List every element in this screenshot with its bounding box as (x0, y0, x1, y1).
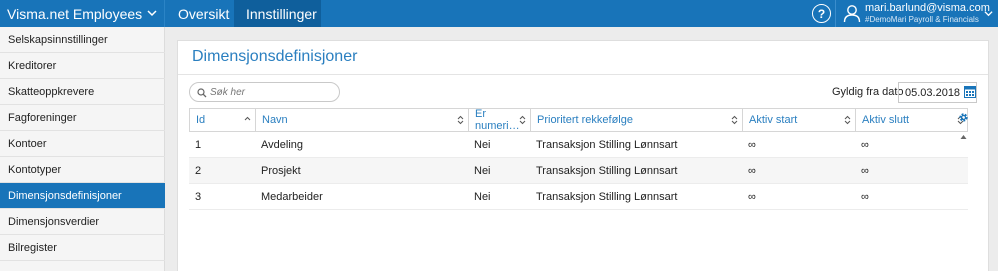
cell-aktiv-slutt: ∞ (861, 191, 869, 203)
chevron-down-icon[interactable] (984, 9, 993, 18)
cell-er-numerisk: Nei (474, 191, 491, 203)
column-label: Navn (262, 114, 288, 126)
sort-icon (519, 115, 526, 125)
sidebar-item-selskapsinnstillinger[interactable]: Selskapsinnstillinger (0, 27, 165, 53)
cell-prioritert-rekkefolge: Transaksjon Stilling Lønnsart (536, 139, 678, 151)
user-icon[interactable] (843, 4, 861, 23)
search-input[interactable]: Søk her (189, 82, 340, 102)
sort-ascending-icon (244, 116, 251, 121)
column-header-er-numerisk[interactable]: Er numeri… (469, 108, 531, 132)
cell-navn: Prosjekt (261, 165, 301, 177)
cell-navn: Medarbeider (261, 191, 323, 203)
column-header-id[interactable]: Id (190, 109, 256, 131)
column-label: Id (196, 114, 206, 126)
app-name: Visma.net Employees (7, 5, 143, 22)
sidebar-item-dimensjonsdefinisjoner[interactable]: Dimensjonsdefinisjoner (0, 183, 165, 209)
valid-from-label: Gyldig fra dato (832, 86, 904, 98)
gear-icon[interactable] (958, 112, 969, 123)
column-label: Prioritert rekkefølge (537, 114, 633, 126)
sort-icon (731, 115, 738, 125)
sidebar-item-fagforeninger[interactable]: Fagforeninger (0, 105, 165, 131)
sidebar: Selskapsinnstillinger Kreditorer Skatteo… (0, 27, 165, 271)
scroll-up-arrow-icon[interactable] (960, 134, 967, 140)
main-panel: Dimensjonsdefinisjoner Søk her Gyldig fr… (177, 40, 989, 271)
cell-aktiv-start: ∞ (748, 139, 756, 151)
sidebar-item-kontotyper[interactable]: Kontotyper (0, 157, 165, 183)
sidebar-item-kreditorer[interactable]: Kreditorer (0, 53, 165, 79)
table-header: Id Navn Er numeri… Prioritert rekkefølge… (189, 108, 968, 132)
cell-prioritert-rekkefolge: Transaksjon Stilling Lønnsart (536, 191, 678, 203)
divider (178, 74, 988, 75)
cell-id: 1 (195, 139, 202, 151)
cell-aktiv-start: ∞ (748, 191, 756, 203)
column-header-aktiv-start[interactable]: Aktiv start (743, 109, 856, 131)
divider (835, 0, 836, 27)
sort-icon (457, 115, 464, 125)
search-placeholder: Søk her (210, 86, 246, 98)
column-header-prioritert-rekkefolge[interactable]: Prioritert rekkefølge (531, 109, 743, 131)
user-company[interactable]: #DemoMari Payroll & Financials (865, 15, 979, 24)
chevron-down-icon (147, 10, 157, 17)
top-bar: Visma.net Employees Oversikt Innstilling… (0, 0, 998, 27)
calendar-icon[interactable] (964, 85, 976, 98)
cell-aktiv-slutt: ∞ (861, 139, 869, 151)
table-row[interactable]: 3 Medarbeider Nei Transaksjon Stilling L… (189, 184, 968, 210)
cell-aktiv-start: ∞ (748, 165, 756, 177)
page-title: Dimensjonsdefinisjoner (192, 48, 358, 65)
search-icon (197, 88, 207, 98)
user-email[interactable]: mari.barlund@visma.com (865, 2, 990, 14)
cell-navn: Avdeling (261, 139, 303, 151)
cell-er-numerisk: Nei (474, 139, 491, 151)
cell-prioritert-rekkefolge: Transaksjon Stilling Lønnsart (536, 165, 678, 177)
sidebar-item-kontoer[interactable]: Kontoer (0, 131, 165, 157)
sidebar-item-skatteoppkrevere[interactable]: Skatteoppkrevere (0, 79, 165, 105)
sidebar-item-dimensjonsverdier[interactable]: Dimensjonsverdier (0, 209, 165, 235)
table-row[interactable]: 1 Avdeling Nei Transaksjon Stilling Lønn… (189, 132, 968, 158)
column-label: Aktiv start (749, 114, 798, 126)
column-label: Aktiv slutt (862, 114, 910, 126)
cell-er-numerisk: Nei (474, 165, 491, 177)
cell-id: 3 (195, 191, 202, 203)
column-header-navn[interactable]: Navn (256, 109, 469, 131)
sort-icon (844, 115, 851, 125)
app-switcher[interactable]: Visma.net Employees (0, 0, 165, 27)
help-icon[interactable]: ? (812, 4, 831, 23)
cell-aktiv-slutt: ∞ (861, 165, 869, 177)
divider (164, 0, 165, 27)
column-header-aktiv-slutt[interactable]: Aktiv slutt (856, 109, 968, 131)
cell-id: 2 (195, 165, 202, 177)
tab-innstillinger[interactable]: Innstillinger (234, 0, 321, 27)
table-row[interactable]: 2 Prosjekt Nei Transaksjon Stilling Lønn… (189, 158, 968, 184)
tab-oversikt[interactable]: Oversikt (166, 0, 234, 27)
sidebar-item-bilregister[interactable]: Bilregister (0, 235, 165, 261)
